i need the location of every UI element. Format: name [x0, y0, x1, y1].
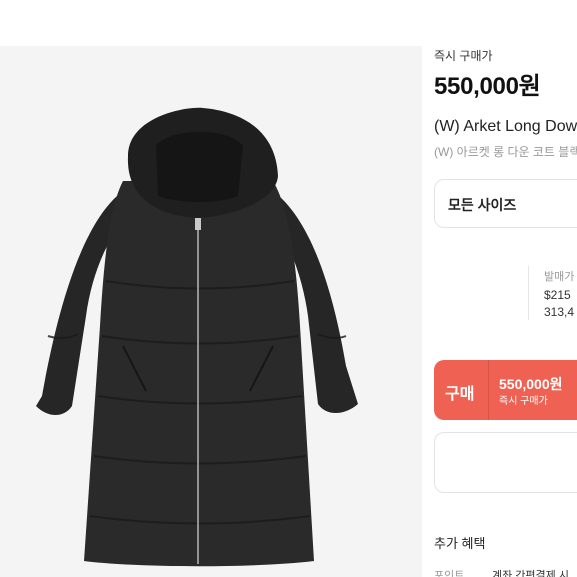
product-title-ko: (W) 아르켓 롱 다운 코트 블랙: [434, 145, 577, 159]
benefits-heading: 추가 혜택: [434, 536, 486, 551]
release-price-label: 발매가: [544, 271, 575, 283]
point-label: 포인트: [434, 570, 465, 577]
buy-button-label: 구매: [445, 386, 475, 403]
size-selector[interactable]: 모든 사이즈: [434, 179, 577, 228]
coat-image: [36, 107, 358, 567]
instant-price-label: 즉시 구매가: [434, 49, 493, 63]
buy-button-divider: [488, 360, 489, 420]
buy-button-price: 550,000원: [499, 376, 563, 392]
size-selector-label: 모든 사이즈: [448, 197, 517, 213]
release-divider: [528, 266, 529, 320]
buy-button[interactable]: 구매 550,000원 즉시 구매가: [434, 360, 577, 420]
point-value: 계좌 간편결제 시: [492, 570, 569, 577]
product-info-panel: 즉시 구매가 550,000원 (W) Arket Long Down Coat…: [434, 0, 577, 577]
release-price-krw: 313,4: [544, 305, 575, 319]
instant-price: 550,000원: [434, 73, 541, 100]
buy-button-sub-label: 즉시 구매가: [499, 396, 548, 407]
release-price-usd: $215: [544, 288, 571, 302]
product-image[interactable]: [0, 46, 422, 577]
wishlist-button[interactable]: [434, 432, 577, 493]
product-title-en: (W) Arket Long Down Coat: [434, 118, 577, 135]
